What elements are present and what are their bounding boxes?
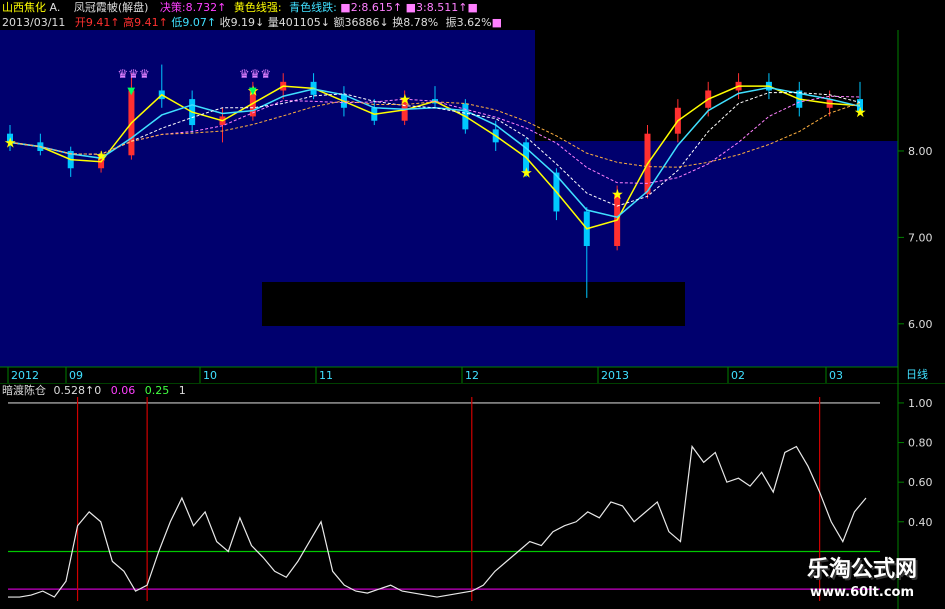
indicator-tick-label: 1.00 [908, 397, 933, 410]
date-label: 2013/03/11 [2, 16, 66, 29]
yellow-line-label: 黄色线强: [233, 1, 282, 14]
star-marker: ★ [611, 187, 624, 203]
header-row-2: 2013/03/11 开9.41↑ 高9.41↑ 低9.07↑ 收9.19↓ 量… [2, 16, 503, 29]
sub-value-3: 0.06 [110, 384, 136, 397]
stock-suffix: A. [49, 1, 61, 14]
date-tick-label: 11 [319, 369, 333, 382]
watermark-url: www.60lt.com [809, 585, 915, 600]
date-tick-label: 03 [829, 369, 843, 382]
indicator-tick-label: 0.40 [908, 516, 933, 529]
sub-value-5: 1 [178, 384, 186, 397]
arrow-marker: ▼ [127, 86, 135, 97]
star-marker: ★ [95, 148, 108, 164]
date-tick-label: 02 [731, 369, 745, 382]
star-marker: ★ [520, 166, 533, 182]
crown-marker: ♛♛♛ [117, 67, 149, 81]
date-tick-label: 12 [465, 369, 479, 382]
low-value: 9.07 [182, 16, 207, 29]
m3-value: 8.511 [426, 1, 459, 14]
low-label: 低 [171, 16, 183, 29]
date-tick-label: 10 [203, 369, 217, 382]
sub-value-2: 0 [94, 384, 102, 397]
price-tick-label: 6.00 [908, 318, 933, 331]
crown-marker: ♛♛♛ [239, 67, 271, 81]
open-value: 9.41 [85, 16, 111, 29]
amplitude-label: 振 [445, 16, 457, 29]
date-tick-label: 2012 [11, 369, 39, 382]
decision-value: 8.732 [185, 1, 218, 14]
header-row-1: 山西焦化 A. 凤冠霞帔(解盘) 决策:8.732↑ 黄色线强: 青色线跌: ■… [2, 1, 478, 14]
watermark: 乐淘公式网 www.60lt.com [787, 551, 937, 603]
main-price-panel: ★★★★★★★♛♛♛▼♛♛♛▼ 8.007.006.00 2012 09 10 11 1… [0, 0, 945, 383]
turnover-label: 换 [392, 16, 404, 29]
indicator-name: 凤冠霞帔(解盘) [73, 1, 149, 14]
close-label: 收 [219, 16, 231, 29]
cyan-line-label: 青色线跌: [289, 1, 337, 14]
date-tick-label: 09 [69, 369, 83, 382]
high-value: 9.41 [134, 16, 159, 29]
m2-label: ■2: [340, 1, 362, 14]
volume-value: 401105 [278, 16, 321, 29]
price-tick-label: 8.00 [908, 145, 933, 158]
indicator-tick-label: 0.60 [908, 476, 933, 489]
indicator-tick-label: 0.80 [908, 437, 933, 450]
star-marker: ★ [399, 92, 412, 108]
high-label: 高 [123, 16, 135, 29]
star-marker: ★ [854, 105, 867, 121]
volume-label: 量 [267, 16, 279, 29]
arrow-marker: ▼ [249, 86, 257, 97]
close-value: 9.19 [230, 16, 256, 29]
decision-label: 决策: [159, 1, 186, 14]
amount-value: 36886 [344, 16, 380, 29]
stock-name: 山西焦化 [2, 1, 46, 14]
amount-label: 额 [333, 16, 345, 29]
open-label: 开 [74, 16, 86, 29]
sub-header: 暗渡陈仓 0.528↑0 0.06 0.25 1 [2, 384, 186, 397]
amplitude-value: 3.62% [456, 16, 492, 29]
date-tick-label: 2013 [601, 369, 629, 382]
m3-label: ■3: [405, 1, 427, 14]
sub-value-1: 0.528 [53, 384, 86, 397]
m2-value: 8.615 [361, 1, 393, 14]
watermark-text: 乐淘公式网 [806, 557, 917, 582]
period-label[interactable]: 日线 [906, 368, 928, 382]
turnover-value: 8.78% [403, 16, 439, 29]
sub-indicator-name: 暗渡陈仓 [2, 384, 46, 397]
star-marker: ★ [4, 135, 17, 151]
sub-value-4: 0.25 [144, 384, 170, 397]
price-tick-label: 7.00 [908, 231, 933, 244]
